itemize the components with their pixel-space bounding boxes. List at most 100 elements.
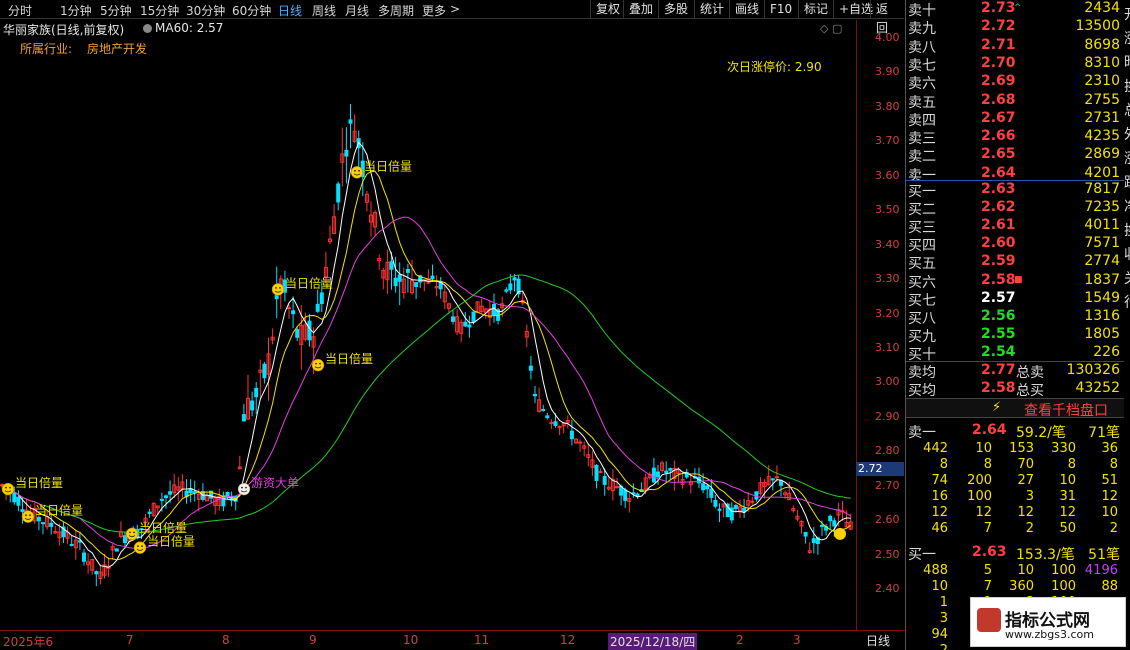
smiley-icon — [834, 527, 846, 540]
level-label: 买五 — [908, 256, 936, 273]
stock-title: 华丽家族(日线,前复权) — [3, 23, 125, 37]
y-tick-label: 2.40 — [875, 582, 900, 595]
level-price: 2.55 — [981, 325, 1016, 342]
candlestick — [561, 421, 566, 434]
candlestick — [533, 385, 537, 404]
bid-level-row[interactable]: 买六 2.58 ■ 1837 — [906, 272, 1126, 291]
back-button[interactable]: 返回 — [870, 0, 904, 35]
candlestick — [82, 549, 86, 566]
candlestick — [516, 275, 521, 298]
avg-price: 2.58 — [981, 380, 1016, 396]
period-tab-multi[interactable]: 多周期 — [378, 2, 414, 19]
level-label: 买四 — [908, 238, 936, 255]
bid-level-row[interactable]: 买一 2.63 7817 — [906, 181, 1126, 200]
y-tick-label: 3.00 — [875, 375, 900, 389]
mark-button[interactable]: 标记 — [798, 0, 833, 19]
candlestick — [180, 474, 185, 500]
period-tab-60min[interactable]: 60分钟 — [232, 2, 271, 19]
bid-level-row[interactable]: 买五 2.59 2774 — [906, 253, 1126, 273]
annotation-label: 当日倍量 — [325, 351, 373, 366]
candlestick — [541, 404, 546, 412]
candlestick — [61, 521, 66, 543]
ma60-line — [42, 274, 851, 533]
indicator-settings-icon[interactable] — [143, 24, 152, 33]
ask-level-row[interactable]: 卖五 2.68 2755 — [906, 92, 1126, 111]
window-icon[interactable]: ▢ — [832, 22, 842, 35]
candlestick — [451, 310, 455, 325]
queue-label: 买一 — [908, 547, 936, 563]
queue-count: 71笔 — [1088, 425, 1120, 441]
ask-level-row[interactable]: 卖四 2.67 2731 — [906, 109, 1126, 129]
period-tab-weekly[interactable]: 周线 — [312, 2, 336, 19]
level-volume: 2434 — [1084, 0, 1120, 16]
period-tab-1min[interactable]: 1分钟 — [60, 2, 92, 19]
smiley-icon — [133, 541, 147, 554]
level-label: 买三 — [908, 220, 936, 237]
f10-button[interactable]: F10 — [764, 0, 797, 19]
candlestick — [315, 289, 320, 313]
adjust-button[interactable]: 复权 — [590, 0, 625, 19]
candlestick — [184, 479, 189, 504]
level-marker: ^ — [1014, 3, 1022, 13]
ask-level-row[interactable]: 卖二 2.65 2869 — [906, 146, 1126, 165]
x-label: 10 — [403, 633, 419, 647]
smiley-icon — [350, 166, 364, 179]
candlestick — [479, 298, 484, 313]
candlestick-chart[interactable]: 当日倍量当日倍量当日倍量当日倍量游资大单当日倍量当日倍量当日倍量 — [0, 37, 856, 630]
period-tab-5min[interactable]: 5分钟 — [100, 2, 132, 19]
period-label[interactable]: 日线 — [866, 632, 890, 649]
candlestick — [328, 225, 332, 245]
chevron-right-icon[interactable]: > — [450, 2, 460, 16]
bid-level-row[interactable]: 买九 2.55 1805 — [906, 325, 1126, 345]
candlestick — [73, 529, 78, 560]
candlestick — [295, 327, 300, 342]
bid-level-row[interactable]: 买二 2.62 7235 — [906, 199, 1126, 218]
draw-line-button[interactable]: 画线 — [729, 0, 764, 19]
queue-cell: 94 — [931, 627, 948, 642]
bid-level-row[interactable]: 买四 2.60 7571 — [906, 235, 1126, 255]
period-tab-monthly[interactable]: 月线 — [345, 2, 369, 19]
candlestick — [250, 391, 255, 417]
x-label: 7 — [126, 633, 134, 647]
candlestick — [422, 279, 427, 292]
chart-corner-icons[interactable]: ◇ ▢ — [820, 22, 842, 35]
period-tab-daily[interactable]: 日线 — [278, 2, 302, 19]
period-tab-30min[interactable]: 30分钟 — [186, 2, 225, 19]
candlestick — [385, 249, 390, 294]
diamond-icon[interactable]: ◇ — [820, 22, 828, 35]
multi-stock-button[interactable]: 多股 — [658, 0, 693, 19]
queue-cell: 16 — [931, 489, 948, 504]
ask-level-row[interactable]: 卖七 2.70 8310 — [906, 55, 1126, 74]
candlestick — [590, 450, 595, 477]
candlestick — [762, 479, 767, 499]
candlestick — [332, 204, 337, 235]
ask-level-row[interactable]: 卖八 2.71 8698 — [906, 37, 1126, 56]
bid-level-row[interactable]: 买十 2.54 226 — [906, 344, 1126, 363]
smiley-icon — [311, 358, 325, 372]
bid-level-row[interactable]: 买七 2.57 1549 — [906, 290, 1126, 309]
level-price: 2.72 — [981, 18, 1016, 35]
thousand-level-button[interactable]: ⚡ 查看千档盘口 — [906, 398, 1126, 419]
ask-level-row[interactable]: 卖六 2.69 2310 — [906, 73, 1126, 92]
ma60-indicator[interactable]: MA60: 2.57 — [143, 21, 223, 35]
candlestick — [270, 328, 275, 345]
candlestick — [205, 491, 209, 502]
ask-level-row[interactable]: 卖十 2.73 ^ 2434 — [906, 0, 1126, 19]
overlay-button[interactable]: 叠加 — [623, 0, 658, 19]
signal-annotation: 游资大单 — [237, 476, 299, 496]
ask-level-row[interactable]: 卖九 2.72 13500 — [906, 18, 1126, 37]
bid-level-row[interactable]: 买八 2.56 1316 — [906, 308, 1126, 327]
queue-cell: 74 — [931, 473, 948, 488]
period-tab-timeshare[interactable]: 分时 — [8, 2, 32, 19]
queue-ask-header: 卖一 2.64 59.2/笔 71笔 — [906, 422, 1126, 441]
level-volume: 2731 — [1084, 109, 1120, 126]
bid-level-row[interactable]: 买三 2.61 4011 — [906, 217, 1126, 237]
candlestick — [86, 553, 91, 574]
period-tab-more[interactable]: 更多 — [422, 2, 446, 19]
period-tab-15min[interactable]: 15分钟 — [140, 2, 179, 19]
y-tick-label: 3.70 — [875, 134, 900, 148]
queue-cell: 12 — [975, 505, 992, 520]
ask-level-row[interactable]: 卖三 2.66 4235 — [906, 128, 1126, 147]
statistics-button[interactable]: 统计 — [694, 0, 729, 19]
queue-cell: 330 — [1051, 441, 1076, 456]
